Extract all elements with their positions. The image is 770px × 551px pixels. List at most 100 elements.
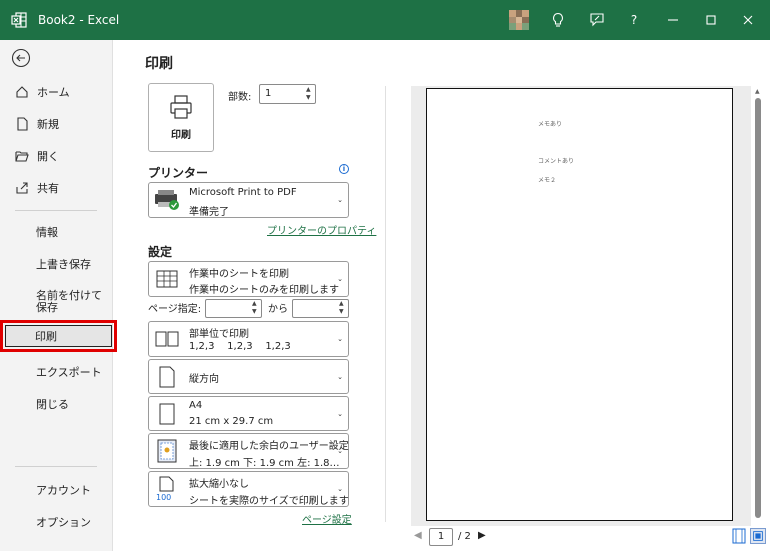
printer-name: Microsoft Print to PDF <box>189 187 297 198</box>
help-button[interactable]: ? <box>622 8 646 32</box>
maximize-button[interactable] <box>699 8 723 32</box>
page-to-label: から <box>268 304 288 315</box>
print-preview-page: メモあり コメントあり メモ２ <box>426 88 733 521</box>
portrait-page-icon <box>153 364 181 390</box>
nav-account[interactable]: アカウント <box>0 474 113 506</box>
zoom-to-page-icon[interactable] <box>750 528 766 544</box>
copies-value: 1 <box>265 88 272 99</box>
nav-save-as[interactable]: 名前を付けて保存 <box>36 290 106 314</box>
nav-print[interactable]: 印刷 <box>0 320 117 352</box>
close-button[interactable] <box>736 8 760 32</box>
printer-section-heading: プリンター <box>148 166 209 180</box>
collate-desc: 1,2,3 1,2,3 1,2,3 <box>189 341 291 352</box>
nav-account-label: アカウント <box>36 484 91 497</box>
nav-options-label: オプション <box>36 516 91 529</box>
spin-arrows-icon[interactable]: ▲ ▼ <box>252 301 258 315</box>
copies-label: 部数: <box>228 92 252 103</box>
collate-title: 部単位で印刷 <box>189 329 249 340</box>
page-to-input[interactable]: ▲ ▼ <box>292 299 349 318</box>
printer-dropdown[interactable]: Microsoft Print to PDF 準備完了 ⌄ <box>148 182 349 218</box>
folder-open-icon <box>15 151 29 162</box>
print-scope-dropdown[interactable]: 作業中のシートを印刷 作業中のシートのみを印刷します ⌄ <box>148 261 349 297</box>
preview-text-memo1: メモあり <box>538 121 563 128</box>
copies-stepper[interactable]: 1 ▲ ▼ <box>259 84 316 104</box>
info-icon[interactable]: i <box>339 164 349 174</box>
nav-export[interactable]: エクスポート <box>0 356 113 388</box>
next-page-icon[interactable]: ▶ <box>478 530 486 541</box>
chevron-down-icon: ⌄ <box>337 372 343 381</box>
panel-divider <box>385 86 386 522</box>
scaling-desc: シートを実際のサイズで印刷します <box>189 496 349 507</box>
preview-text-memo2: メモ２ <box>538 177 557 184</box>
nav-share[interactable]: 共有 <box>0 172 113 204</box>
backstage-sidebar: ホーム 新規 開く 共有 情報 上書き保存 名前を付けて保存 印刷 エクスポート… <box>0 40 117 551</box>
nav-info[interactable]: 情報 <box>0 216 113 248</box>
feedback-icon[interactable] <box>585 8 609 32</box>
show-margins-icon[interactable] <box>731 528 747 544</box>
scaling-icon-text: 100 <box>156 493 172 502</box>
paper-size-desc: 21 cm x 29.7 cm <box>189 416 274 427</box>
page-range-label: ページ指定: <box>148 304 202 315</box>
preview-scrollbar[interactable]: ▲ <box>753 86 763 526</box>
nav-home[interactable]: ホーム <box>0 76 113 108</box>
avatar[interactable] <box>509 10 529 30</box>
printer-icon <box>170 95 192 119</box>
scaling-icon: 100 <box>153 476 181 502</box>
settings-section-heading: 設定 <box>148 245 173 259</box>
paper-size-icon <box>153 401 181 427</box>
window-title: Book2 - Excel <box>38 13 120 27</box>
scroll-up-icon[interactable]: ▲ <box>755 88 760 95</box>
new-document-icon <box>17 117 28 131</box>
print-button-label: 印刷 <box>171 130 191 141</box>
nav-home-label: ホーム <box>37 86 70 99</box>
printer-ready-icon <box>153 187 181 213</box>
nav-save[interactable]: 上書き保存 <box>0 248 113 280</box>
nav-save-label: 上書き保存 <box>36 258 91 271</box>
nav-separator <box>15 210 97 211</box>
spin-arrows-icon[interactable]: ▲ ▼ <box>339 301 345 315</box>
nav-info-label: 情報 <box>36 226 58 239</box>
nav-open-label: 開く <box>37 150 59 163</box>
nav-share-label: 共有 <box>37 182 59 195</box>
paper-size-title: A4 <box>189 400 203 411</box>
nav-new[interactable]: 新規 <box>0 108 113 140</box>
margins-dropdown[interactable]: 最後に適用した余白のユーザー設定 上: 1.9 cm 下: 1.9 cm 左: … <box>148 433 349 469</box>
chevron-down-icon: ⌄ <box>337 447 343 455</box>
orientation-value: 縦方向 <box>189 374 219 385</box>
margins-desc: 上: 1.9 cm 下: 1.9 cm 左: 1.8… <box>189 458 340 469</box>
back-arrow-icon[interactable] <box>11 48 31 68</box>
paper-size-dropdown[interactable]: A4 21 cm x 29.7 cm ⌄ <box>148 396 349 431</box>
orientation-dropdown[interactable]: 縦方向 ⌄ <box>148 359 349 394</box>
printer-properties-link[interactable]: プリンターのプロパティ <box>267 222 376 237</box>
nav-new-label: 新規 <box>37 118 59 131</box>
nav-close[interactable]: 閉じる <box>0 388 113 420</box>
nav-print-label: 印刷 <box>35 330 57 343</box>
current-page-input[interactable]: 1 <box>429 528 453 546</box>
minimize-button[interactable] <box>661 8 685 32</box>
title-bar: Book2 - Excel ? <box>0 0 770 40</box>
margins-icon <box>153 438 181 464</box>
lightbulb-icon[interactable] <box>546 8 570 32</box>
excel-icon <box>11 12 27 28</box>
scrollbar-thumb[interactable] <box>755 98 761 518</box>
printer-status: 準備完了 <box>189 207 229 218</box>
spin-arrows-icon[interactable]: ▲ ▼ <box>306 87 312 101</box>
page-setup-link[interactable]: ページ設定 <box>302 511 352 526</box>
prev-page-icon[interactable]: ◀ <box>414 530 422 541</box>
print-scope-title: 作業中のシートを印刷 <box>189 269 289 280</box>
chevron-down-icon: ⌄ <box>337 196 343 204</box>
nav-separator <box>15 466 97 467</box>
total-pages: / 2 <box>458 531 471 542</box>
chevron-down-icon: ⌄ <box>337 275 343 283</box>
page-title: 印刷 <box>145 56 173 72</box>
print-button[interactable]: 印刷 <box>148 83 214 152</box>
collate-icon <box>153 326 181 352</box>
scaling-dropdown[interactable]: 100 拡大縮小なし シートを実際のサイズで印刷します ⌄ <box>148 471 349 507</box>
nav-options[interactable]: オプション <box>0 506 113 538</box>
collate-dropdown[interactable]: 部単位で印刷 1,2,3 1,2,3 1,2,3 ⌄ <box>148 321 349 357</box>
page-from-input[interactable]: ▲ ▼ <box>205 299 262 318</box>
print-scope-desc: 作業中のシートのみを印刷します <box>189 285 339 296</box>
share-icon <box>16 182 28 194</box>
margins-title: 最後に適用した余白のユーザー設定 <box>189 441 349 452</box>
nav-open[interactable]: 開く <box>0 140 113 172</box>
